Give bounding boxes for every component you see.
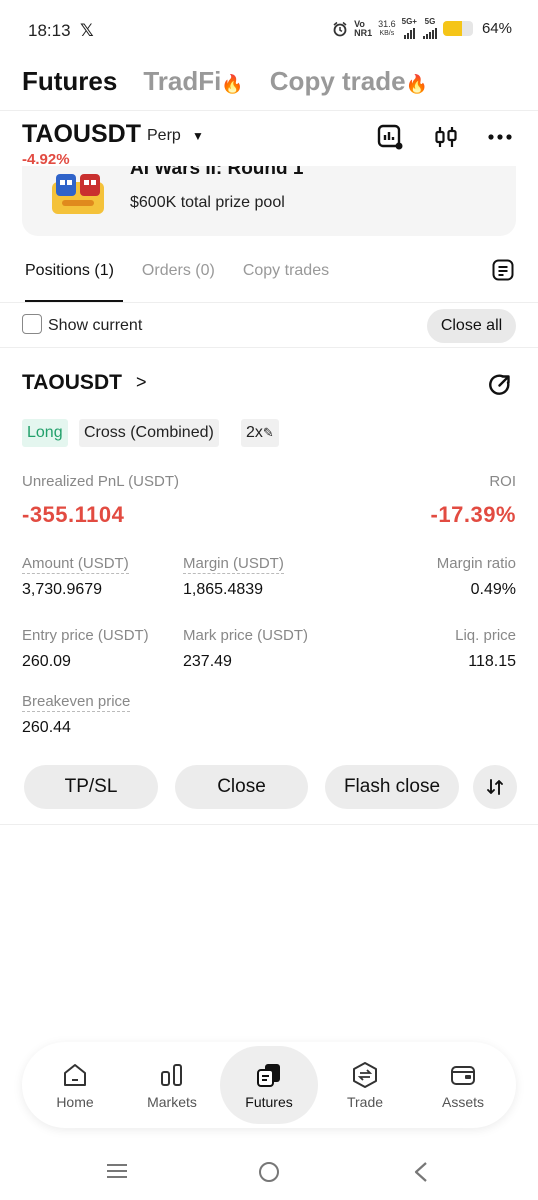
banner-subtitle: $600K total prize pool [130,194,285,211]
more-icon[interactable] [486,123,514,151]
position-symbol[interactable]: TAOUSDT [22,371,122,395]
caret-down-icon[interactable]: ▼ [192,129,204,143]
margin-ratio-value: 0.49% [470,581,516,598]
close-button[interactable]: Close [175,765,308,809]
roi-label: ROI [489,473,516,490]
trade-icon [353,1062,377,1088]
margin-label[interactable]: Margin (USDT) [183,555,284,574]
futures-icon [257,1064,280,1087]
liq-price-label: Liq. price [455,627,516,644]
side-badge: Long [22,419,68,447]
share-icon[interactable] [487,372,513,398]
nav-futures[interactable]: Futures [220,1042,318,1128]
promo-banner[interactable]: AI Wars II: Round 1 $600K total prize po… [22,166,516,236]
signal-1: 5G+ [402,18,417,39]
reverse-position-button[interactable] [473,765,517,809]
nav-home[interactable]: Home [26,1042,124,1128]
roi-value: -17.39% [430,502,516,527]
signal-bars-icon [422,26,437,39]
show-current-label[interactable]: Show current [48,317,142,335]
amount-label[interactable]: Amount (USDT) [22,555,129,574]
entry-price-label: Entry price (USDT) [22,627,149,644]
home-button-icon[interactable] [257,1160,281,1184]
chart-signal-icon[interactable] [376,123,404,151]
battery-percent: 64% [481,20,512,37]
nav-trade-label: Trade [346,1094,384,1110]
nav-home-label: Home [56,1094,94,1110]
nav-futures-label: Futures [245,1094,293,1110]
robots-art-icon [52,174,104,214]
breakeven-value: 260.44 [22,719,71,736]
top-tabs: Futures TradFi🔥 Copy trade🔥 [22,66,428,97]
flame-icon: 🔥 [221,74,244,94]
tpsl-button[interactable]: TP/SL [24,765,158,809]
divider [0,302,538,303]
breakeven-label[interactable]: Breakeven price [22,693,131,712]
network-speed: 31.6 KB/s [378,18,396,37]
tab-copy-trades[interactable]: Copy trades [243,262,329,280]
pnl-label: Unrealized PnL (USDT) [22,473,179,490]
wallet-icon [451,1066,475,1085]
nav-assets[interactable]: Assets [414,1042,512,1128]
nav-trade[interactable]: Trade [316,1042,414,1128]
status-indicators: Vo NR1 31.6 KB/s 5G+ 5G 64% [332,18,512,39]
banner-title: AI Wars II: Round 1 [130,166,304,179]
divider [0,347,538,348]
back-icon[interactable] [411,1160,431,1184]
symbol-title[interactable]: TAOUSDT [22,120,141,149]
margin-value: 1,865.4839 [183,581,264,598]
volte-indicator: Vo NR1 [354,18,373,38]
edit-icon: ✎ [262,425,274,440]
divider [0,110,538,111]
home-icon [64,1064,86,1086]
x-app-icon: 𝕏 [80,21,94,40]
margin-ratio-label: Margin ratio [436,555,516,572]
amount-value: 3,730.9679 [22,581,103,598]
status-time: 18:13 [28,21,71,40]
battery-icon [442,21,473,36]
show-current-checkbox[interactable] [22,314,42,334]
markets-icon [161,1064,182,1086]
nav-assets-label: Assets [441,1094,484,1110]
leverage-badge[interactable]: 2x✎ [241,419,279,447]
contract-type[interactable]: Perp [147,127,181,145]
flash-close-button[interactable]: Flash close [325,765,459,809]
chevron-right-icon[interactable]: > [136,372,147,393]
order-history-icon[interactable] [491,258,515,282]
recent-apps-icon[interactable] [105,1162,129,1180]
signal-2: 5G [422,18,437,39]
candlestick-icon[interactable] [432,123,460,151]
position-tabs: Positions (1) Orders (0) Copy trades [25,262,329,280]
bottom-nav: Home Markets Futures Trade Assets [22,1042,516,1128]
alarm-icon [333,21,347,36]
signal-bars-icon [403,26,415,39]
tab-positions[interactable]: Positions (1) [25,262,114,280]
nav-markets[interactable]: Markets [123,1042,221,1128]
price-change: -4.92% [22,151,70,168]
swap-arrows-icon [487,779,503,795]
mark-price-label: Mark price (USDT) [183,627,309,644]
tab-futures[interactable]: Futures [22,66,117,97]
tab-tradfi[interactable]: TradFi🔥 [143,66,243,97]
liq-price-value: 118.15 [468,653,516,670]
status-bar: 18:13 𝕏 Vo NR1 31.6 KB/s 5G+ 5G 64% [0,0,538,62]
system-nav-bar [0,1140,538,1200]
tab-orders[interactable]: Orders (0) [142,262,215,280]
entry-price-value: 260.09 [22,653,71,670]
close-all-button[interactable]: Close all [427,309,516,343]
pnl-value: -355.1104 [22,502,125,527]
margin-mode-badge: Cross (Combined) [79,419,219,447]
mark-price-value: 237.49 [183,653,232,670]
divider [0,824,538,825]
tab-copy-trade[interactable]: Copy trade🔥 [270,66,428,97]
flame-icon: 🔥 [405,74,429,94]
nav-markets-label: Markets [147,1094,197,1110]
